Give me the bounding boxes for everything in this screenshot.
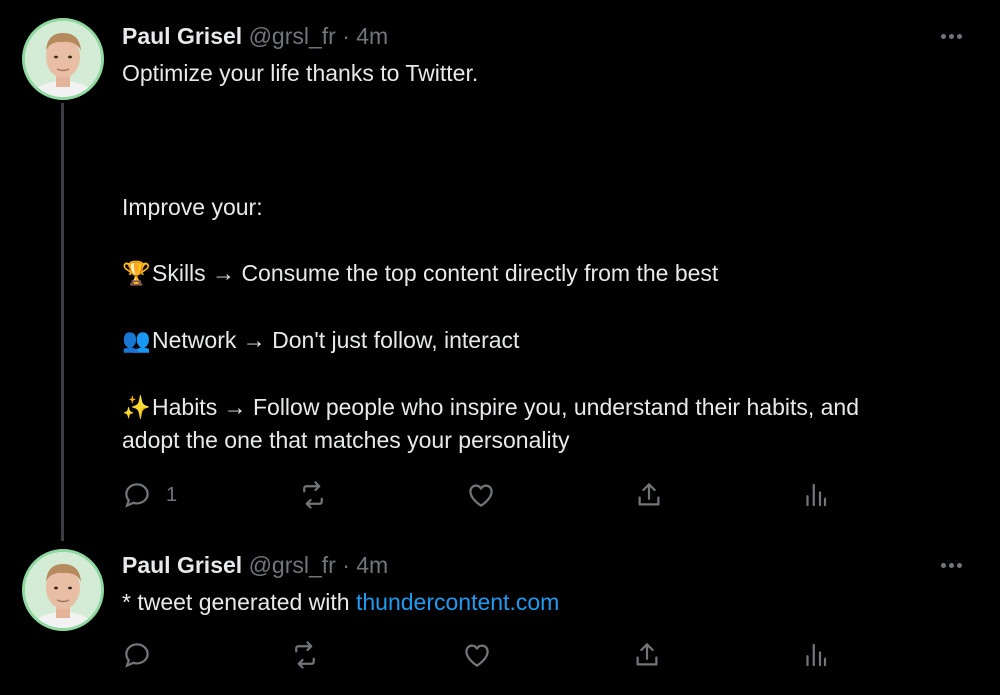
tweet-text: 👥Network → Don't just follow, interact	[122, 324, 962, 357]
share-icon	[638, 483, 660, 506]
analytics-button[interactable]	[800, 477, 830, 513]
tweet-line: Network → Don't just follow, interact	[152, 327, 520, 353]
tweet-line: adopt the one that matches your personal…	[122, 427, 570, 453]
tweet[interactable]: Paul Grisel @grsl_fr · 4m * tweet genera…	[0, 545, 1000, 695]
timestamp[interactable]: 4m	[356, 552, 388, 578]
author-handle[interactable]: @grsl_fr	[249, 23, 336, 49]
people-icon: 👥	[122, 327, 151, 353]
thread-line	[61, 103, 64, 541]
reply-button[interactable]	[122, 637, 152, 673]
author-name[interactable]: Paul Grisel	[122, 23, 242, 49]
analytics-icon	[806, 483, 827, 507]
author-handle[interactable]: @grsl_fr	[249, 552, 336, 578]
retweet-button[interactable]	[298, 477, 328, 513]
tweet-header: Paul Grisel @grsl_fr · 4m	[122, 551, 388, 579]
tweet-actions	[122, 637, 842, 673]
separator: ·	[342, 23, 350, 49]
retweet-icon	[303, 481, 323, 509]
tweet-text: 🏆Skills → Consume the top content direct…	[122, 257, 962, 290]
tweet-text: * tweet generated with thundercontent.co…	[122, 586, 962, 619]
tweet-line: Optimize your life thanks to Twitter.	[122, 60, 479, 86]
avatar-photo	[25, 552, 101, 628]
more-icon[interactable]	[936, 24, 966, 48]
like-button[interactable]	[466, 477, 496, 513]
tweet-line: Skills → Consume the top content directl…	[152, 260, 719, 286]
author-name[interactable]: Paul Grisel	[122, 552, 242, 578]
reply-icon	[125, 643, 149, 668]
timestamp[interactable]: 4m	[356, 23, 388, 49]
like-button[interactable]	[462, 637, 492, 673]
tweet-header: Paul Grisel @grsl_fr · 4m	[122, 22, 388, 50]
retweet-button[interactable]	[290, 637, 320, 673]
tweet-link[interactable]: thundercontent.com	[356, 589, 559, 615]
sparkles-icon: ✨	[122, 394, 151, 420]
like-icon	[465, 644, 489, 667]
share-button[interactable]	[632, 637, 662, 673]
tweet-actions: 1	[122, 477, 842, 513]
retweet-icon	[295, 641, 315, 669]
tweet-text: Optimize your life thanks to Twitter.	[122, 57, 962, 90]
tweet-line: Improve your:	[122, 194, 263, 220]
separator: ·	[342, 552, 350, 578]
avatar-photo	[25, 21, 101, 97]
more-icon[interactable]	[936, 553, 966, 577]
trophy-icon: 🏆	[122, 260, 151, 286]
analytics-icon	[806, 643, 827, 667]
share-button[interactable]	[634, 477, 664, 513]
tweet-text: ✨Habits → Follow people who inspire you,…	[122, 391, 962, 457]
share-icon	[636, 643, 658, 666]
tweet[interactable]: Paul Grisel @grsl_fr · 4m Optimize your …	[0, 0, 1000, 545]
reply-icon	[125, 483, 149, 508]
tweet-line: Habits → Follow people who inspire you, …	[152, 394, 860, 420]
avatar[interactable]	[22, 18, 104, 100]
tweet-text: Improve your:	[122, 191, 962, 224]
avatar[interactable]	[22, 549, 104, 631]
reply-button[interactable]: 1	[122, 477, 177, 513]
like-icon	[469, 484, 493, 507]
analytics-button[interactable]	[800, 637, 830, 673]
tweet-line: * tweet generated with	[122, 589, 356, 615]
reply-count: 1	[166, 483, 178, 506]
